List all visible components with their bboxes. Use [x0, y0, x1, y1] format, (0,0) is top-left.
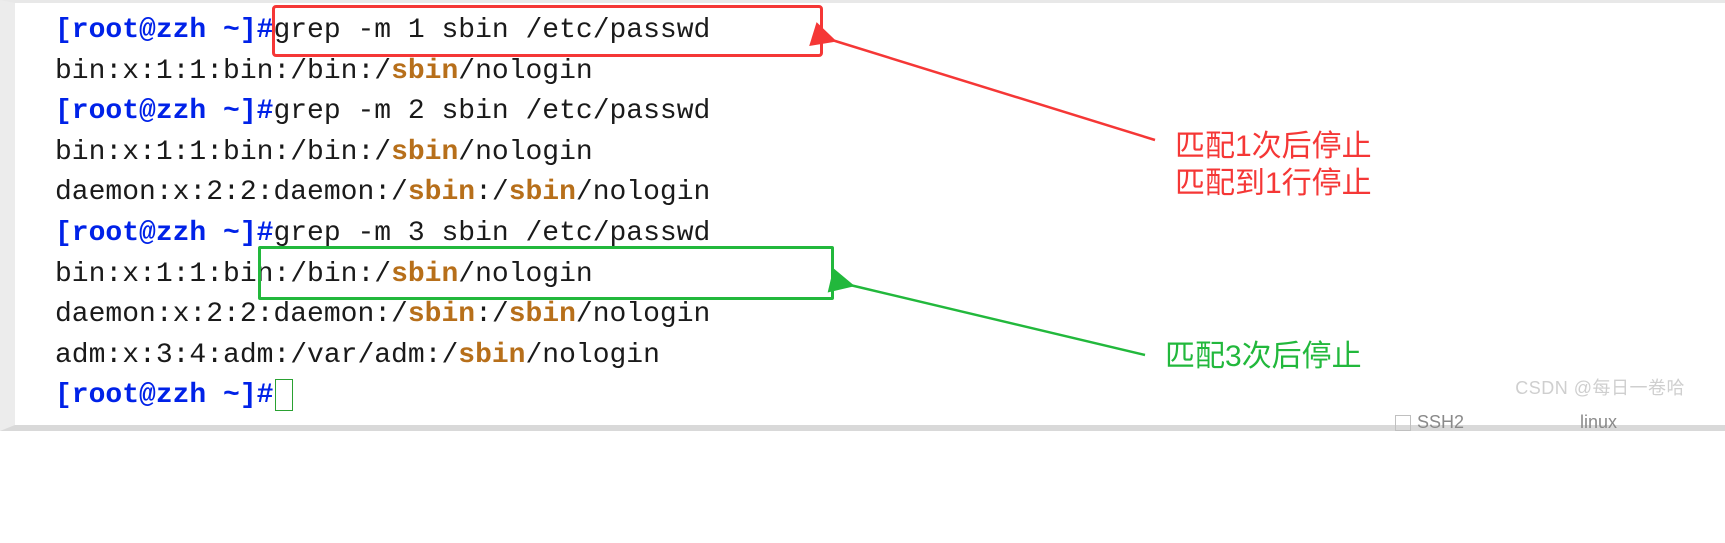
grep-match: sbin	[391, 137, 458, 168]
terminal-line: bin:x:1:1:bin:/bin:/sbin/nologin	[55, 133, 1725, 174]
output-text: /nologin	[458, 259, 592, 290]
terminal-line: daemon:x:2:2:daemon:/sbin:/sbin/nologin	[55, 295, 1725, 336]
terminal-line: [root@zzh ~]#grep -m 1 sbin /etc/passwd	[55, 11, 1725, 52]
command-text: grep -m 3 sbin /etc/passwd	[273, 218, 710, 249]
status-ssh: SSH2	[1417, 412, 1464, 432]
grep-match: sbin	[509, 177, 576, 208]
grep-match: sbin	[391, 56, 458, 87]
cursor	[275, 379, 293, 411]
watermark: CSDN @每日一卷哈	[1515, 375, 1685, 401]
output-text: /nologin	[525, 340, 659, 371]
grep-match: sbin	[458, 340, 525, 371]
output-text: daemon:x:2:2:daemon:/	[55, 299, 408, 330]
grep-match: sbin	[408, 299, 475, 330]
status-indicator-icon	[1395, 415, 1411, 431]
output-text: /nologin	[458, 56, 592, 87]
grep-match: sbin	[408, 177, 475, 208]
output-text: daemon:x:2:2:daemon:/	[55, 177, 408, 208]
status-os: linux	[1580, 409, 1617, 435]
terminal-line: [root@zzh ~]#	[55, 376, 1725, 417]
output-text: :/	[475, 299, 509, 330]
output-text: adm:x:3:4:adm:/var/adm:/	[55, 340, 458, 371]
grep-match: sbin	[391, 259, 458, 290]
output-text: /nologin	[576, 299, 710, 330]
shell-prompt: [root@zzh ~]#	[55, 380, 273, 411]
command-text: grep -m 2 sbin /etc/passwd	[273, 96, 710, 127]
terminal-line: daemon:x:2:2:daemon:/sbin:/sbin/nologin	[55, 173, 1725, 214]
output-text: :/	[475, 177, 509, 208]
terminal-line: [root@zzh ~]#grep -m 3 sbin /etc/passwd	[55, 214, 1725, 255]
terminal-line: bin:x:1:1:bin:/bin:/sbin/nologin	[55, 255, 1725, 296]
output-text: /nologin	[576, 177, 710, 208]
terminal-line: bin:x:1:1:bin:/bin:/sbin/nologin	[55, 52, 1725, 93]
output-text: bin:x:1:1:bin:/bin:/	[55, 56, 391, 87]
terminal-output[interactable]: [root@zzh ~]#grep -m 1 sbin /etc/passwdb…	[0, 0, 1725, 431]
grep-match: sbin	[509, 299, 576, 330]
terminal-line: [root@zzh ~]#grep -m 2 sbin /etc/passwd	[55, 92, 1725, 133]
shell-prompt: [root@zzh ~]#	[55, 218, 273, 249]
terminal-line: adm:x:3:4:adm:/var/adm:/sbin/nologin	[55, 336, 1725, 377]
shell-prompt: [root@zzh ~]#	[55, 96, 273, 127]
output-text: bin:x:1:1:bin:/bin:/	[55, 259, 391, 290]
output-text: /nologin	[458, 137, 592, 168]
output-text: bin:x:1:1:bin:/bin:/	[55, 137, 391, 168]
shell-prompt: [root@zzh ~]#	[55, 15, 273, 46]
command-text: grep -m 1 sbin /etc/passwd	[273, 15, 710, 46]
